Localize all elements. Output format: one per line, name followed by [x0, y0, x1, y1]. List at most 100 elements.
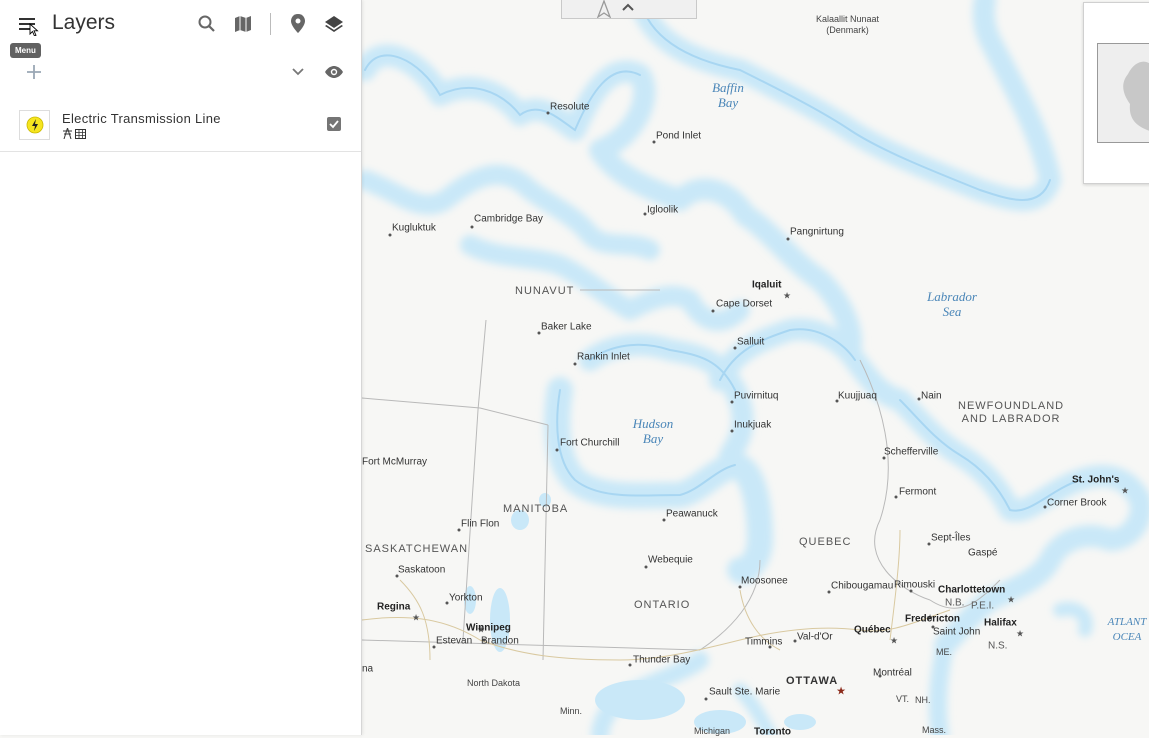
- city-label-fort-mcmurray: Fort McMurray: [362, 456, 427, 468]
- city-label-saskatoon: Saskatoon: [398, 564, 446, 576]
- region-label-me: ME.: [936, 647, 953, 657]
- eye-icon[interactable]: [323, 61, 345, 83]
- city-dot: [470, 225, 474, 229]
- city-label-fredericton: Fredericton: [905, 613, 961, 625]
- layer-thumbnail: [19, 110, 50, 140]
- region-label-mass: Mass.: [922, 725, 947, 735]
- city-label-resolute: Resolute: [550, 101, 590, 113]
- region-label-newfoundland: NEWFOUNDLAND AND LABRADOR: [958, 400, 1065, 425]
- plus-icon[interactable]: [24, 62, 44, 82]
- capital-star-icon: ★: [1006, 594, 1016, 605]
- panel-toolbar: [0, 52, 361, 92]
- location-pin-icon[interactable]: [287, 13, 309, 35]
- city-label-montreal: Montréal: [873, 667, 912, 679]
- chevron-up-icon[interactable]: [620, 0, 636, 14]
- city-dot: [704, 697, 708, 701]
- region-label-nb: N.B.: [945, 597, 965, 609]
- city-label-puvirnituq: Puvirnituq: [734, 390, 779, 402]
- overview-extent: [1097, 43, 1149, 143]
- city-label-fort-churchill: Fort Churchill: [560, 437, 620, 449]
- map-icon[interactable]: [232, 13, 254, 35]
- transmission-tower-icon: [62, 128, 73, 139]
- city-label-rankin-inlet: Rankin Inlet: [577, 351, 630, 363]
- city-label-fermont: Fermont: [899, 486, 937, 498]
- city-dot: [711, 309, 715, 313]
- city-label-inukjuak: Inukjuak: [734, 419, 772, 431]
- city-label-gaspe: Gaspé: [968, 547, 998, 559]
- lightning-bolt-icon: [26, 116, 43, 134]
- city-label-rimouski: Rimouski: [894, 579, 936, 591]
- region-label-ontario: ONTARIO: [634, 599, 691, 611]
- layers-panel: Layers Menu Electric Transmission Line: [0, 0, 362, 735]
- city-label-salluit: Salluit: [737, 336, 765, 348]
- city-label-webequie: Webequie: [648, 554, 693, 566]
- city-label-regina: Regina: [377, 601, 411, 613]
- city-label-charlottetown: Charlottetown: [938, 584, 1006, 596]
- table-icon[interactable]: [75, 128, 86, 139]
- city-label-thunder-bay: Thunder Bay: [633, 654, 691, 666]
- city-label-yorkton: Yorkton: [449, 592, 483, 604]
- capital-star-icon: ★: [1120, 485, 1130, 496]
- city-dot: [555, 448, 559, 452]
- region-label-minn: Minn.: [560, 706, 583, 716]
- city-label-quebec-city: Québec: [854, 624, 891, 636]
- water-label-baffin-bay: Baffin Bay: [712, 80, 744, 110]
- city-label-kugluktuk: Kugluktuk: [392, 222, 436, 234]
- toolbar-divider: [270, 13, 271, 35]
- city-label-sept-iles: Sept-Îles: [931, 532, 971, 544]
- region-label-ns: N.S.: [988, 640, 1008, 652]
- region-label-manitoba: MANITOBA: [503, 503, 569, 515]
- compass-north-icon[interactable]: [594, 0, 614, 18]
- region-label-quebec: QUEBEC: [799, 536, 852, 548]
- city-dot: [573, 362, 577, 366]
- city-label-pangnirtung: Pangnirtung: [790, 226, 844, 238]
- water-label-labrador-sea: Labrador Sea: [927, 289, 977, 319]
- region-label-nunavut: NUNAVUT: [515, 285, 575, 297]
- region-label-nh: NH.: [915, 695, 931, 705]
- region-label-vt: VT.: [896, 694, 910, 704]
- city-label-brandon: Brandon: [481, 635, 519, 647]
- city-label-cape-dorset: Cape Dorset: [716, 298, 773, 310]
- city-label-pond-inlet: Pond Inlet: [656, 130, 702, 142]
- city-label-flin-flon: Flin Flon: [461, 518, 500, 530]
- city-label-cambridge-bay: Cambridge Bay: [474, 213, 543, 225]
- city-dot: [786, 237, 790, 241]
- hamburger-menu-icon[interactable]: [16, 12, 40, 36]
- city-label-chibougamau: Chibougamau: [831, 580, 894, 592]
- city-label-halifax: Halifax: [984, 617, 1017, 629]
- city-label-val-dor: Val-d'Or: [797, 631, 833, 643]
- water-label-atlantic: ATLANT OCEA: [1107, 616, 1147, 643]
- layer-name: Electric Transmission Line: [62, 111, 221, 126]
- city-label-sault-ste-marie: Sault Ste. Marie: [709, 686, 781, 698]
- city-label-ottawa: OTTAWA: [786, 675, 839, 687]
- capital-star-icon: ★: [411, 612, 421, 623]
- panel-title: Layers: [52, 11, 116, 34]
- capital-star-icon: ★: [1015, 628, 1025, 639]
- city-dot: [894, 495, 898, 499]
- city-label-igloolik: Igloolik: [647, 204, 679, 216]
- chevron-down-icon[interactable]: [288, 62, 308, 82]
- layers-icon[interactable]: [323, 13, 345, 35]
- overview-map[interactable]: [1083, 2, 1149, 184]
- capital-star-icon: ★: [782, 290, 792, 301]
- city-label-edge: na: [362, 663, 374, 675]
- city-label-baker-lake: Baker Lake: [541, 321, 592, 333]
- water-label-hudson-bay: Hudson Bay: [632, 416, 674, 446]
- city-label-st-johns: St. John's: [1072, 474, 1120, 486]
- layer-item[interactable]: Electric Transmission Line: [0, 100, 361, 152]
- search-icon[interactable]: [196, 13, 218, 35]
- map-compass-bar: [561, 0, 697, 19]
- region-label-greenland: Kalaallit Nunaat (Denmark): [816, 14, 880, 35]
- city-label-nain: Nain: [921, 390, 942, 402]
- city-label-timmins: Timmins: [745, 636, 783, 648]
- city-label-schefferville: Schefferville: [884, 446, 939, 458]
- city-label-moosonee: Moosonee: [741, 575, 788, 587]
- city-dot: [628, 663, 632, 667]
- checkbox-checked-icon[interactable]: [325, 115, 343, 133]
- city-label-kuujjuaq: Kuujjuaq: [838, 390, 877, 402]
- region-label-saskatchewan: SASKATCHEWAN: [365, 543, 469, 555]
- panel-header: Layers: [0, 0, 361, 48]
- city-label-iqaluit: Iqaluit: [752, 279, 782, 291]
- city-label-winnipeg: Winnipeg: [466, 622, 511, 634]
- region-label-pei: P.E.I.: [971, 600, 995, 612]
